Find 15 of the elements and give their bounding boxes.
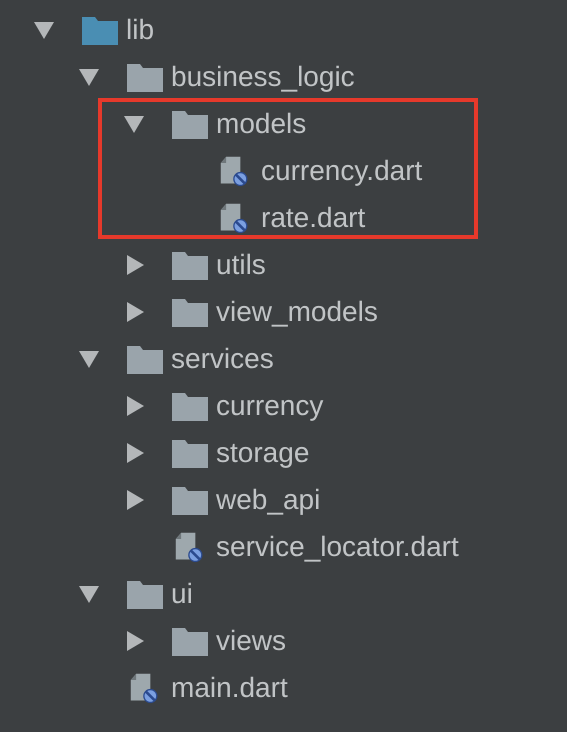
- tree-item-label[interactable]: view_models: [216, 296, 378, 328]
- tree-item-label[interactable]: models: [216, 108, 306, 140]
- tree-item-label[interactable]: rate.dart: [261, 202, 366, 234]
- tree-item-label[interactable]: ui: [171, 578, 193, 610]
- tree-item-label[interactable]: main.dart: [171, 672, 288, 704]
- tree-item-label[interactable]: storage: [216, 436, 310, 468]
- tree-item-label[interactable]: web_api: [216, 484, 320, 516]
- tree-item-label[interactable]: currency: [216, 390, 324, 422]
- tree-item-label[interactable]: lib: [126, 14, 154, 46]
- tree-item-label[interactable]: currency.dart: [261, 154, 422, 186]
- tree-item-label[interactable]: views: [216, 624, 286, 656]
- tree-item-label[interactable]: business_logic: [171, 60, 355, 92]
- tree-item-label[interactable]: service_locator.dart: [216, 530, 459, 562]
- tree-item-label[interactable]: services: [171, 342, 274, 374]
- tree-item-label[interactable]: utils: [216, 248, 266, 280]
